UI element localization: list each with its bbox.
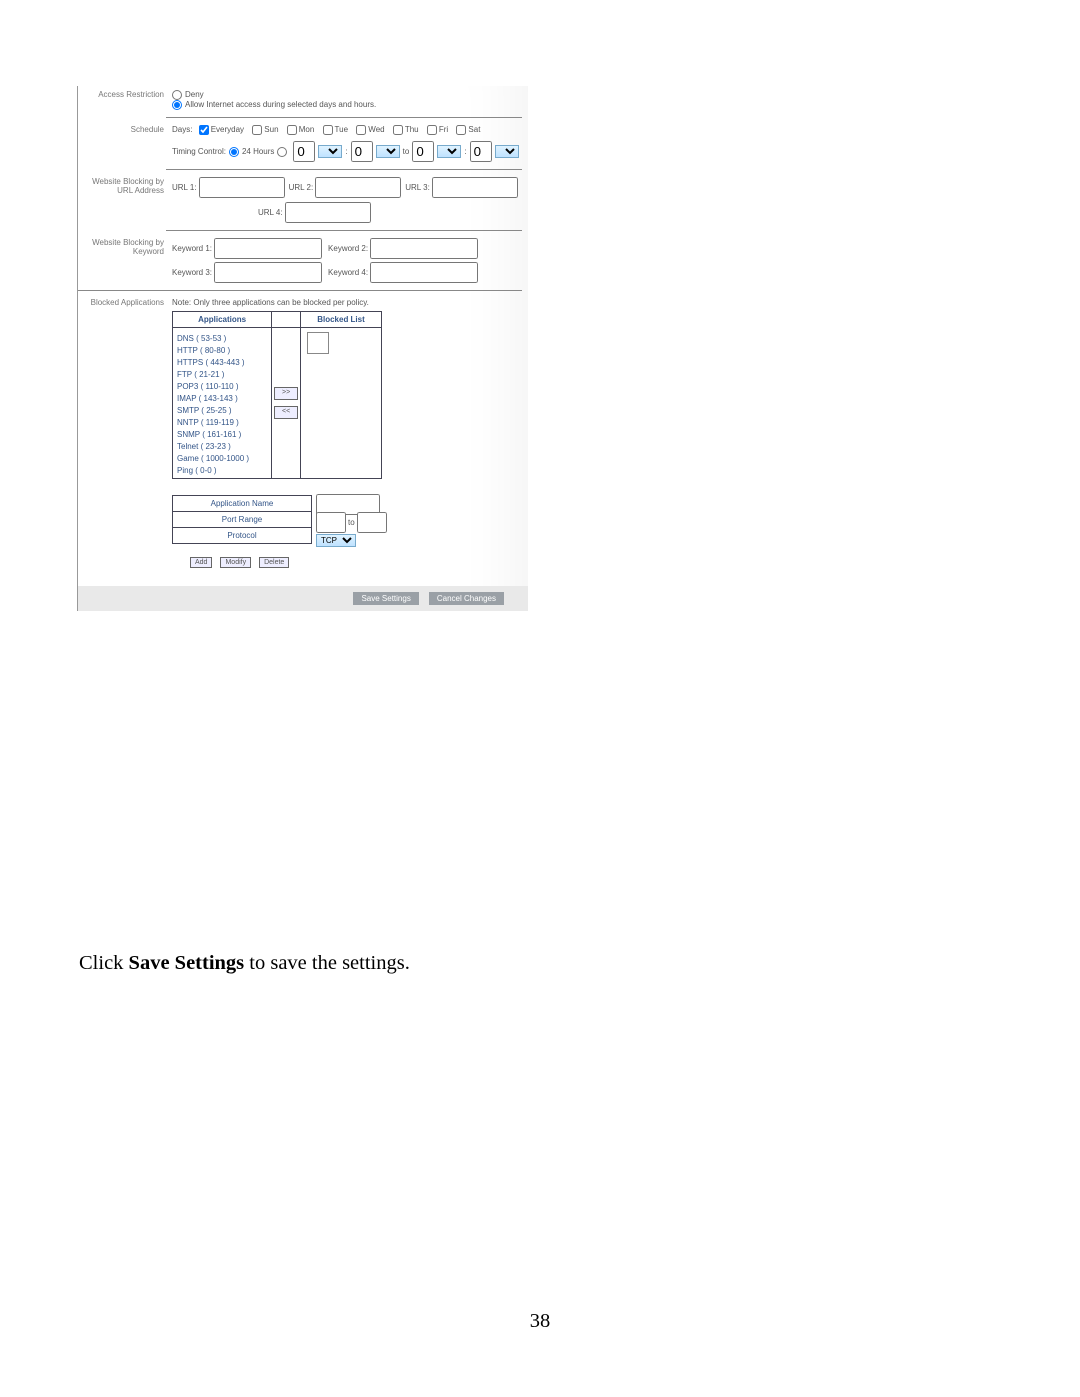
move-right-button[interactable]: >> — [274, 387, 298, 400]
deny-option[interactable]: Deny — [172, 90, 204, 99]
doc-caption: Click Save Settings to save the settings… — [79, 952, 410, 975]
allow-option[interactable]: Allow Internet access during selected da… — [172, 100, 376, 109]
timing-custom[interactable] — [277, 147, 290, 157]
app-list-item[interactable]: Game ( 1000-1000 ) — [177, 454, 265, 463]
url3-label: URL 3: — [405, 183, 430, 192]
day-sat[interactable]: Sat — [452, 125, 482, 134]
kw2-input[interactable] — [370, 238, 478, 259]
day-everyday[interactable]: Everyday — [195, 125, 246, 134]
add-button[interactable]: Add — [190, 557, 212, 568]
app-list-item[interactable]: SMTP ( 25-25 ) — [177, 406, 265, 415]
app-list-item[interactable]: DNS ( 53-53 ) — [177, 334, 265, 343]
day-thu[interactable]: Thu — [389, 125, 421, 134]
url1-label: URL 1: — [172, 183, 197, 192]
url3-input[interactable] — [432, 177, 518, 198]
section-keyword-block: Website Blocking by Keyword — [78, 234, 170, 256]
url4-label: URL 4: — [258, 208, 283, 217]
section-url-block: Website Blocking by URL Address — [78, 173, 170, 195]
url4-input[interactable] — [285, 202, 371, 223]
modify-button[interactable]: Modify — [220, 557, 251, 568]
timing-24h[interactable]: 24 Hours — [229, 147, 274, 157]
min-to[interactable] — [470, 141, 492, 162]
section-blocked-apps: Blocked Applications — [78, 294, 170, 307]
app-name-label: Application Name — [173, 496, 312, 512]
app-list-item[interactable]: HTTPS ( 443-443 ) — [177, 358, 265, 367]
app-list-item[interactable]: Ping ( 0-0 ) — [177, 466, 265, 475]
port-range-label: Port Range — [173, 512, 312, 528]
allow-label: Allow Internet access during selected da… — [185, 100, 376, 109]
hour-to-select[interactable] — [437, 145, 461, 158]
kw1-input[interactable] — [214, 238, 322, 259]
days-label: Days: — [172, 125, 192, 134]
protocol-label: Protocol — [173, 528, 312, 544]
apps-table: Applications Blocked List DNS ( 53-53 ) H… — [172, 311, 382, 479]
url2-input[interactable] — [315, 177, 401, 198]
move-left-button[interactable]: << — [274, 406, 298, 419]
blocked-list[interactable] — [301, 328, 381, 478]
apps-header: Applications — [173, 312, 272, 328]
url2-label: URL 2: — [289, 183, 314, 192]
kw3-label: Keyword 3: — [172, 268, 212, 277]
protocol-select[interactable]: TCP — [316, 534, 356, 547]
port-to-input[interactable] — [357, 512, 387, 533]
day-mon[interactable]: Mon — [283, 125, 317, 134]
save-settings-button[interactable]: Save Settings — [353, 592, 418, 605]
day-wed[interactable]: Wed — [352, 125, 386, 134]
kw2-label: Keyword 2: — [328, 244, 368, 253]
min-to-select[interactable] — [495, 145, 519, 158]
apps-note: Note: Only three applications can be blo… — [172, 298, 522, 307]
page-number: 38 — [0, 1310, 1080, 1333]
footer-bar: Save Settings Cancel Changes — [78, 586, 528, 611]
blocked-header: Blocked List — [301, 312, 382, 328]
app-list-item[interactable]: NNTP ( 119-119 ) — [177, 418, 265, 427]
kw3-input[interactable] — [214, 262, 322, 283]
kw1-label: Keyword 1: — [172, 244, 212, 253]
app-list-item[interactable]: FTP ( 21-21 ) — [177, 370, 265, 379]
day-fri[interactable]: Fri — [423, 125, 450, 134]
app-list-item[interactable]: IMAP ( 143-143 ) — [177, 394, 265, 403]
day-sun[interactable]: Sun — [248, 125, 280, 134]
app-list-item[interactable]: Telnet ( 23-23 ) — [177, 442, 265, 451]
cancel-changes-button[interactable]: Cancel Changes — [429, 592, 504, 605]
url1-input[interactable] — [199, 177, 285, 198]
app-list-item[interactable]: HTTP ( 80-80 ) — [177, 346, 265, 355]
app-form: Application Name Port Range Protocol — [172, 495, 312, 544]
section-access-restriction: Access Restriction — [78, 86, 170, 99]
hour-from[interactable] — [293, 141, 315, 162]
port-from-input[interactable] — [316, 512, 346, 533]
app-list-item[interactable]: POP3 ( 110-110 ) — [177, 382, 265, 391]
min-from[interactable] — [351, 141, 373, 162]
deny-label: Deny — [185, 90, 204, 99]
applications-list[interactable]: DNS ( 53-53 ) HTTP ( 80-80 ) HTTPS ( 443-4… — [173, 328, 269, 478]
day-tue[interactable]: Tue — [319, 125, 351, 134]
hour-to[interactable] — [412, 141, 434, 162]
timing-label: Timing Control: — [172, 147, 226, 156]
min-from-select[interactable] — [376, 145, 400, 158]
kw4-input[interactable] — [370, 262, 478, 283]
app-list-item[interactable]: SNMP ( 161-161 ) — [177, 430, 265, 439]
hour-from-select[interactable] — [318, 145, 342, 158]
kw4-label: Keyword 4: — [328, 268, 368, 277]
section-schedule: Schedule — [78, 121, 170, 134]
delete-button[interactable]: Delete — [259, 557, 289, 568]
